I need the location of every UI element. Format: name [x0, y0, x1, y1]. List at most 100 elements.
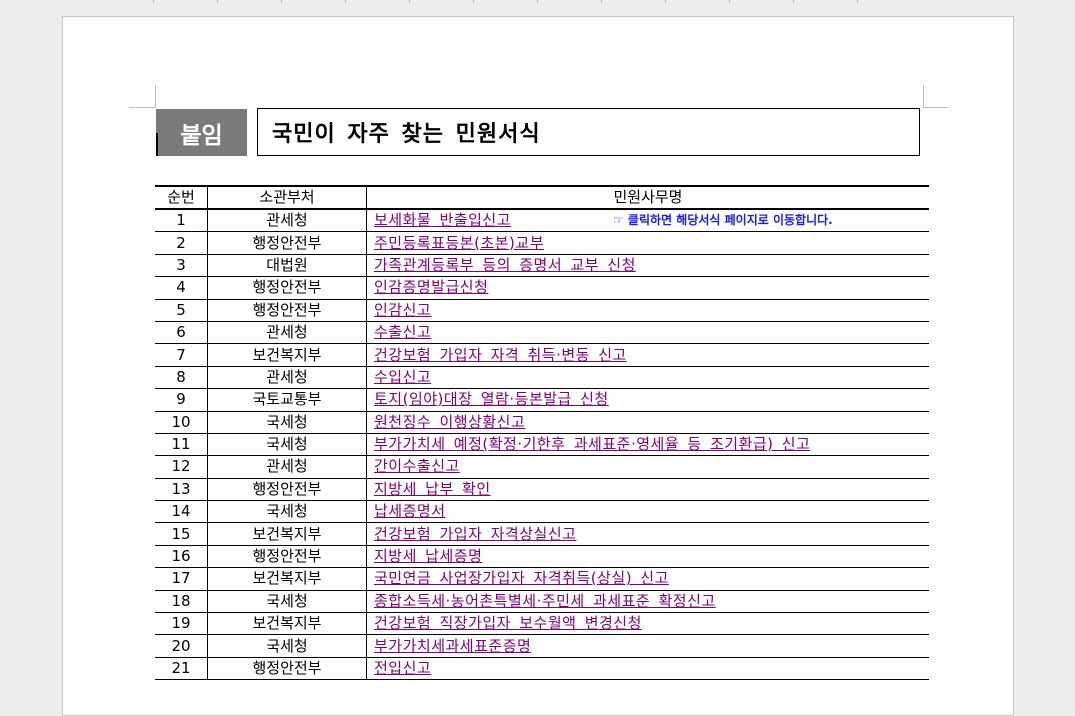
table-row: 12 관세청 간이수출신고 [155, 455, 929, 479]
service-link[interactable]: 부가가치세 예정(확정·기한후 과세표준·영세율 등 조기환급) 신고 [374, 435, 810, 453]
table-row: 14 국세청 납세증명서 [155, 500, 929, 524]
row-department: 보건복지부 [207, 343, 367, 367]
header-dept: 소관부처 [207, 186, 367, 210]
service-link[interactable]: 국민연금 사업장가입자 자격취득(상실) 신고 [374, 569, 669, 587]
service-link[interactable]: 종합소득세·농어촌특별세·주민세 과세표준 확정신고 [374, 592, 716, 610]
row-service-cell: 토지(임야)대장 열람·등본발급 신청 [366, 388, 929, 412]
attachment-badge: 붙임 [156, 109, 247, 156]
row-department: 보건복지부 [207, 567, 367, 591]
table-row: 11 국세청 부가가치세 예정(확정·기한후 과세표준·영세율 등 조기환급) 신고 [155, 433, 929, 457]
row-department: 행정안전부 [207, 231, 367, 255]
service-link[interactable]: 지방세 납세증명 [374, 547, 482, 565]
service-link[interactable]: 부가가치세과세표준증명 [374, 637, 531, 655]
row-number: 21 [155, 657, 208, 681]
row-number: 4 [155, 276, 208, 300]
row-department: 행정안전부 [207, 657, 367, 681]
header-no: 순번 [155, 186, 208, 210]
row-number: 1 [155, 209, 208, 233]
service-link[interactable]: 납세증명서 [374, 502, 446, 520]
row-service-cell: 전입신고 [366, 657, 929, 681]
service-link[interactable]: 간이수출신고 [374, 457, 460, 475]
row-service-cell: 건강보험 가입자 자격상실신고 [366, 522, 929, 546]
row-department: 보건복지부 [207, 612, 367, 636]
table-row: 4 행정안전부 인감증명발급신청 [155, 276, 929, 300]
table-row: 19 보건복지부 건강보험 직장가입자 보수월액 변경신청 [155, 612, 929, 636]
service-link[interactable]: 원천징수 이행상황신고 [374, 413, 525, 431]
service-link[interactable]: 전입신고 [374, 659, 431, 677]
service-link[interactable]: 건강보험 가입자 자격 취득·변동 신고 [374, 346, 627, 364]
document-page: 붙임 국민이 자주 찾는 민원서식 순번 소관부처 민원사무명 1 관세청 보세화물… [62, 16, 1014, 716]
service-link[interactable]: 건강보험 직장가입자 보수월액 변경신청 [374, 614, 642, 632]
row-service-cell: 건강보험 가입자 자격 취득·변동 신고 [366, 343, 929, 367]
ruler [0, 0, 1075, 4]
row-department: 행정안전부 [207, 299, 367, 322]
row-department: 국세청 [207, 590, 367, 614]
row-department: 관세청 [207, 209, 367, 233]
table-row: 2 행정안전부 주민등록표등본(초본)교부 [155, 231, 929, 255]
row-service-cell: 가족관계등록부 등의 증명서 교부 신청 [366, 254, 929, 278]
row-service-cell: 수입신고 [366, 366, 929, 390]
row-service-cell: 국민연금 사업장가입자 자격취득(상실) 신고 [366, 567, 929, 591]
row-department: 대법원 [207, 254, 367, 278]
row-number: 10 [155, 411, 208, 434]
service-link[interactable]: 인감신고 [374, 301, 431, 319]
row-number: 18 [155, 590, 208, 614]
table-row: 1 관세청 보세화물 반출입신고 ☞ 클릭하면 해당서식 페이지로 이동합니다. [155, 209, 929, 233]
document-title: 국민이 자주 찾는 민원서식 [257, 108, 920, 156]
row-number: 15 [155, 522, 208, 546]
table-row: 16 행정안전부 지방세 납세증명 [155, 545, 929, 569]
table-header-row: 순번 소관부처 민원사무명 [155, 186, 929, 210]
row-number: 17 [155, 567, 208, 591]
row-service-cell: 지방세 납부 확인 [366, 478, 929, 502]
row-department: 관세청 [207, 321, 367, 345]
crop-mark-right-h [923, 107, 948, 108]
civil-forms-table: 순번 소관부처 민원사무명 1 관세청 보세화물 반출입신고 ☞ 클릭하면 해당서식 … [155, 185, 929, 681]
row-department: 관세청 [207, 455, 367, 479]
table-row: 9 국토교통부 토지(임야)대장 열람·등본발급 신청 [155, 388, 929, 412]
service-link[interactable]: 수출신고 [374, 323, 431, 341]
service-link[interactable]: 보세화물 반출입신고 [374, 211, 511, 229]
row-service-cell: 지방세 납세증명 [366, 545, 929, 569]
row-department: 보건복지부 [207, 522, 367, 546]
row-number: 13 [155, 478, 208, 502]
row-department: 국세청 [207, 411, 367, 434]
table-row: 17 보건복지부 국민연금 사업장가입자 자격취득(상실) 신고 [155, 567, 929, 591]
row-number: 20 [155, 634, 208, 658]
row-number: 8 [155, 366, 208, 390]
service-link[interactable]: 수입신고 [374, 368, 431, 386]
row-department: 국세청 [207, 634, 367, 658]
row-service-cell: 인감증명발급신청 [366, 276, 929, 300]
row-number: 11 [155, 433, 208, 457]
row-number: 5 [155, 299, 208, 322]
table-row: 6 관세청 수출신고 [155, 321, 929, 345]
table-row: 8 관세청 수입신고 [155, 366, 929, 390]
row-department: 국세청 [207, 500, 367, 524]
row-service-cell: 보세화물 반출입신고 ☞ 클릭하면 해당서식 페이지로 이동합니다. [366, 209, 929, 233]
row-number: 16 [155, 545, 208, 569]
table-row: 10 국세청 원천징수 이행상황신고 [155, 411, 929, 434]
row-service-cell: 종합소득세·농어촌특별세·주민세 과세표준 확정신고 [366, 590, 929, 614]
row-department: 행정안전부 [207, 276, 367, 300]
row-service-cell: 건강보험 직장가입자 보수월액 변경신청 [366, 612, 929, 636]
crop-mark-right-v [923, 85, 924, 108]
row-service-cell: 주민등록표등본(초본)교부 [366, 231, 929, 255]
row-number: 14 [155, 500, 208, 524]
row-service-cell: 부가가치세 예정(확정·기한후 과세표준·영세율 등 조기환급) 신고 [366, 433, 929, 457]
service-link[interactable]: 토지(임야)대장 열람·등본발급 신청 [374, 390, 609, 408]
table-row: 13 행정안전부 지방세 납부 확인 [155, 478, 929, 502]
row-department: 행정안전부 [207, 545, 367, 569]
row-service-cell: 납세증명서 [366, 500, 929, 524]
row-department: 국토교통부 [207, 388, 367, 412]
table-row: 3 대법원 가족관계등록부 등의 증명서 교부 신청 [155, 254, 929, 278]
service-link[interactable]: 건강보험 가입자 자격상실신고 [374, 525, 576, 543]
service-link[interactable]: 주민등록표등본(초본)교부 [374, 234, 544, 252]
row-service-cell: 수출신고 [366, 321, 929, 345]
service-link[interactable]: 인감증명발급신청 [374, 278, 488, 296]
service-link[interactable]: 지방세 납부 확인 [374, 480, 491, 498]
header-service: 민원사무명 [366, 186, 929, 210]
row-number: 3 [155, 254, 208, 278]
service-link[interactable]: 가족관계등록부 등의 증명서 교부 신청 [374, 256, 636, 274]
table-row: 20 국세청 부가가치세과세표준증명 [155, 634, 929, 658]
row-number: 2 [155, 231, 208, 255]
table-row: 7 보건복지부 건강보험 가입자 자격 취득·변동 신고 [155, 343, 929, 367]
